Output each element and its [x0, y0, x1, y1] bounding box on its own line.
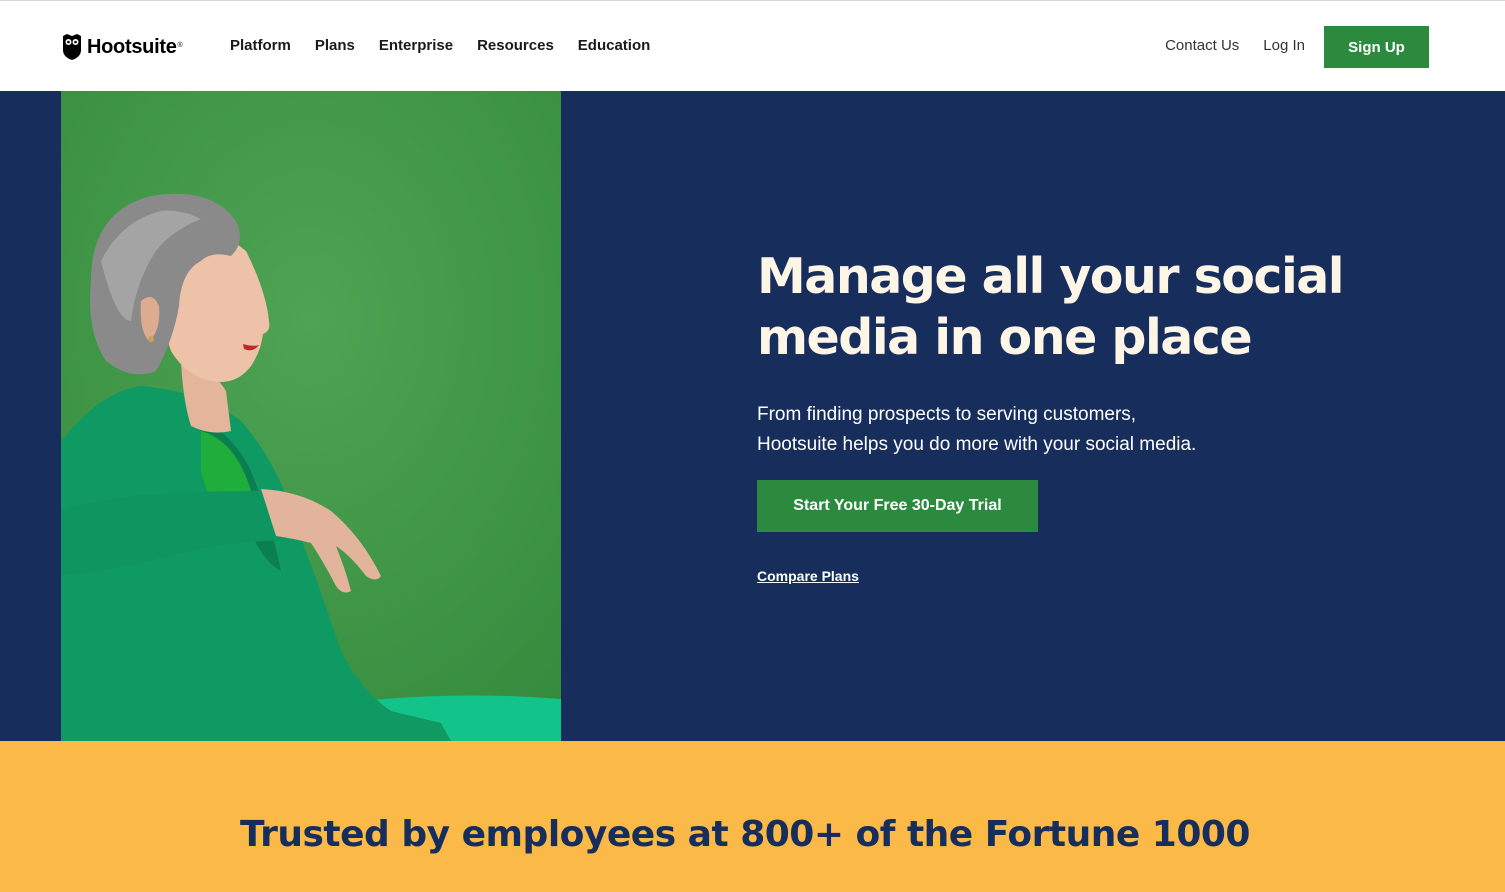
registered-mark: ® [177, 41, 183, 49]
nav-item-enterprise[interactable]: Enterprise [379, 36, 453, 56]
sign-up-button[interactable]: Sign Up [1324, 26, 1429, 68]
hero-title: Manage all your social media in one plac… [757, 248, 1345, 366]
owl-logo-icon [63, 34, 81, 60]
hero-subtitle-line-1: From finding prospects to serving custom… [757, 404, 1137, 425]
header-right-links: Contact Us Log In [1165, 36, 1305, 56]
main-nav: Platform Plans Enterprise Resources Educ… [230, 36, 650, 56]
hero-subtitle-line-2: Hootsuite helps you do more with your so… [757, 434, 1197, 455]
hero-text-block: Manage all your social media in one plac… [757, 246, 1357, 460]
woman-in-green-suit-image [61, 91, 561, 741]
trust-band: Trusted by employees at 800+ of the Fort… [0, 741, 1505, 892]
trust-heading: Trusted by employees at 800+ of the Fort… [240, 814, 1250, 855]
hero-photo [61, 91, 561, 741]
hero-section: Manage all your social media in one plac… [0, 91, 1505, 741]
hero-subtitle: From finding prospects to serving custom… [757, 400, 1217, 460]
nav-item-resources[interactable]: Resources [477, 36, 554, 56]
compare-plans-link[interactable]: Compare Plans [757, 568, 859, 584]
hootsuite-logo[interactable]: Hootsuite ® [62, 33, 183, 61]
logo-wordmark: Hootsuite [87, 35, 177, 58]
site-header: Hootsuite ® Platform Plans Enterprise Re… [0, 0, 1505, 91]
start-free-trial-button[interactable]: Start Your Free 30-Day Trial [757, 480, 1038, 532]
nav-item-platform[interactable]: Platform [230, 36, 291, 56]
nav-item-plans[interactable]: Plans [315, 36, 355, 56]
log-in-link[interactable]: Log In [1263, 36, 1305, 56]
nav-item-education[interactable]: Education [578, 36, 651, 56]
contact-us-link[interactable]: Contact Us [1165, 36, 1239, 56]
